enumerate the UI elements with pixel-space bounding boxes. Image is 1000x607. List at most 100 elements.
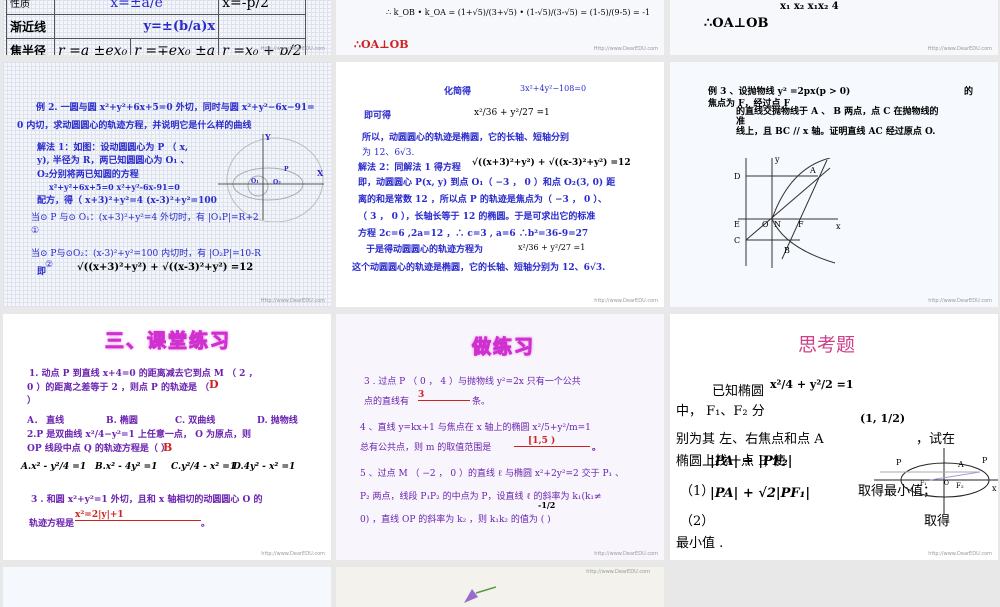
text-line: 所以，动圆圆心的轨迹是椭圆，它的长轴、短轴分别: [362, 133, 570, 143]
point-a-coords: (1, 1/2): [860, 412, 906, 425]
expression: |PA| + |PF₂|: [710, 454, 793, 469]
text-line: 总有公共点，则 m 的取值范围是: [360, 443, 492, 453]
flower-image: [464, 586, 496, 603]
cell: r =∓ex₀ ±a: [130, 38, 220, 55]
text-line: 即，动圆圆心 P(x, y) 到点 O₁（ −3 ， 0 ）和点 O₂(3, 0…: [358, 178, 616, 188]
slide-thumbnail-3[interactable]: x₁ x₂ x₁x₂ 4 ∴OA⊥OB Http://www.DearEDU.c…: [670, 0, 998, 55]
text-line: 这个动圆圆心的轨迹是椭圆，它的长轴、短轴分别为 12、6√3.: [352, 263, 606, 273]
label: y: [775, 155, 780, 164]
text-line: 方程 2c=6 ,2a=12 ，∴ c=3 , a=6 ∴b²=36-9=27: [358, 229, 589, 239]
watermark: http://www.DearEDU.com: [261, 551, 325, 557]
text-line: 为 12、6√3.: [362, 148, 415, 158]
cell: x=-p/2: [218, 0, 306, 15]
text-line: 已知椭圆: [712, 384, 765, 399]
slide-thumbnail-7[interactable]: 三、课堂练习 1. 动点 P 到直线 x+4=0 的距离减去它到点 M （ 2 …: [3, 314, 331, 560]
text-line: O₂分别将两已知圆的方程: [37, 170, 139, 180]
cell: r =a ±ex₀: [53, 38, 132, 55]
option: D. 抛物线: [257, 416, 298, 426]
slide-thumbnail-2[interactable]: ∴ k_OB • k_OA = (1+√5)/(3+√5) • (1-√5)/(…: [336, 0, 664, 55]
text-line: y), 半径为 R，两已知圆圆心为 O₁ 、: [37, 156, 190, 166]
label: O: [944, 480, 949, 487]
option: A． 直线: [27, 416, 65, 426]
label: F: [798, 220, 804, 229]
option: D.4y² - x² =1: [233, 462, 296, 472]
slide-thumbnail-8[interactable]: 做练习 3 . 过点 P （ 0 ， 4 ）与抛物线 y²=2x 只有一个公共 …: [336, 314, 664, 560]
slide-thumbnail-6[interactable]: 例 3 、设抛物线 y² =2px(p > 0) 的 焦点为 F，经过点 F 的…: [670, 62, 998, 307]
axis-x-label: X: [317, 168, 324, 178]
text-line: 3x²+4y²−108=0: [520, 84, 587, 93]
text-line: 轨迹方程是: [29, 519, 75, 529]
slide-title: 做练习: [471, 336, 536, 359]
label: O: [762, 220, 769, 229]
label: C: [734, 236, 741, 245]
answer: B: [163, 441, 173, 454]
ellipse-diagram: [874, 448, 998, 514]
option: B. 椭圆: [106, 416, 138, 426]
text-line: 配方，得（ x+3)²+y²=4 (x-3)²+y²=100: [37, 196, 217, 206]
answer: [1,5 ): [514, 436, 590, 447]
text-line: （2）: [680, 514, 715, 529]
watermark: Http://www.DearEDU.com: [927, 46, 992, 52]
text-line: 。: [592, 443, 602, 453]
text-line: 解法 2：同解法 1 得方程: [358, 163, 461, 173]
text-line: 于是得动圆圆心的轨迹方程为: [366, 245, 484, 255]
o2-label: O₂: [273, 179, 281, 186]
text-line: 解法 1：如图：设动圆圆心为 P （ x,: [37, 143, 189, 153]
label: P: [896, 458, 902, 467]
formula-fragment: x₁ x₂ x₁x₂ 4: [780, 1, 839, 12]
text-line: 离的和是常数 12 ，所以点 P 的轨迹是焦点为（ −3 ， 0 ）、: [358, 195, 607, 205]
slide-title: 思考题: [798, 334, 856, 356]
label: P: [982, 456, 988, 465]
equation: x²/36 + y²/27 =1: [518, 243, 586, 252]
text-line: 线上，且 BC // x 轴。证明直线 AC 经过原点 O.: [736, 127, 936, 137]
text-line: （ 3 ， 0 ），长轴长等于 12 的椭圆。于是可求出它的标准: [358, 212, 596, 222]
asymptote-label: 渐近线: [6, 14, 55, 39]
text-line: 。: [201, 519, 211, 529]
text-line: ）: [27, 396, 37, 406]
asymptote-value: y=±(b/a)x: [53, 14, 220, 39]
text-line: 3 . 和圆 x²+y²=1 外切，且和 x 轴相切的动圆圆心 O 的: [31, 495, 263, 505]
slide-thumbnail-10[interactable]: [3, 567, 331, 607]
label: A: [958, 460, 964, 469]
watermark: http://www.DearEDU.com: [594, 551, 658, 557]
watermark: Http://www.DearEDU.com: [260, 46, 325, 52]
text-line: ①: [31, 226, 40, 236]
conclusion: ∴OA⊥OB: [354, 38, 409, 51]
text-line: 当⊙ P 与⊙ O₁：(x+3)²+y²=4 外切时，有 |O₁P|=R+2: [31, 213, 259, 223]
text-line: 中， F₁、F₂ 分: [676, 404, 765, 419]
text-line: 5 、过点 M （ −2 ， 0 ）的直线 ℓ 与椭圆 x²+2y²=2 交于 …: [360, 469, 625, 479]
slide-thumbnail-1[interactable]: 性质 x=±a/e x=-p/2 渐近线 y=±(b/a)x 焦半径 r =a ±ex₀…: [3, 0, 331, 55]
text-line: x²+y²+6x+5=0 x²+y²-6x-91=0: [49, 182, 180, 192]
answer: -1/2: [538, 500, 556, 510]
text-line: 别为其 左、右焦点和点 A: [676, 432, 824, 447]
answer: D: [209, 378, 219, 391]
cell: 性质: [6, 0, 55, 15]
label: D: [734, 172, 741, 181]
label: x: [992, 484, 997, 493]
text-line: 0 ）的距离之差等于 2 ，则点 P 的轨迹是 （: [27, 383, 210, 393]
answer: x²=2|y|+1: [75, 510, 201, 521]
o1-label: O₁: [251, 178, 259, 185]
equation: x²/4 + y²/2 =1: [770, 378, 854, 391]
slide-thumbnail-5[interactable]: 化简得 3x²+4y²−108=0 即可得 x²/36 + y²/27 =1 所…: [336, 62, 664, 307]
option: C.y²/4 - x² =1: [171, 462, 237, 472]
equation: √((x+3)²+y²) + √((x-3)²+y²) =12: [77, 262, 254, 273]
text-line: 当⊙ P与⊙O₂：(x-3)²+y²=100 内切时，有 |O₂P|=10-R: [31, 249, 261, 259]
point-p-label: P: [284, 166, 289, 173]
equation: √((x+3)²+y²) + √((x-3)²+y²) =12: [472, 158, 631, 168]
cell: x=±a/e: [53, 0, 220, 15]
slide-title: 三、课堂练习: [104, 330, 232, 353]
focal-label: 焦半径: [6, 38, 55, 55]
text-line: 2.P 是双曲线 x²/4−y²=1 上任意一点， O 为原点，则: [27, 430, 252, 440]
slide-thumbnail-4[interactable]: Y X P O₁ O₂ 例 2. 一圆与圆 x²+y²+6x+5=0 外切，同时…: [3, 62, 331, 307]
text-line: 的直线交抛物线于 A 、 B 两点，点 C 在抛物线的: [736, 107, 939, 117]
label: E: [734, 220, 740, 229]
label: F₁: [920, 480, 927, 487]
watermark: Http://www.DearEDU.com: [260, 298, 325, 304]
option: B.x² - 4y² =1: [95, 462, 158, 472]
watermark: http://www.DearEDU.com: [594, 298, 658, 304]
circles-diagram: [218, 134, 324, 222]
slide-thumbnail-9[interactable]: 思考题 已知椭圆 x²/4 + y²/2 =1 中， F₁、F₂ 分 别为其 左…: [670, 314, 998, 560]
slide-thumbnail-11[interactable]: http://www.DearEDU.com: [336, 567, 664, 607]
parabola-diagram: [738, 158, 838, 268]
